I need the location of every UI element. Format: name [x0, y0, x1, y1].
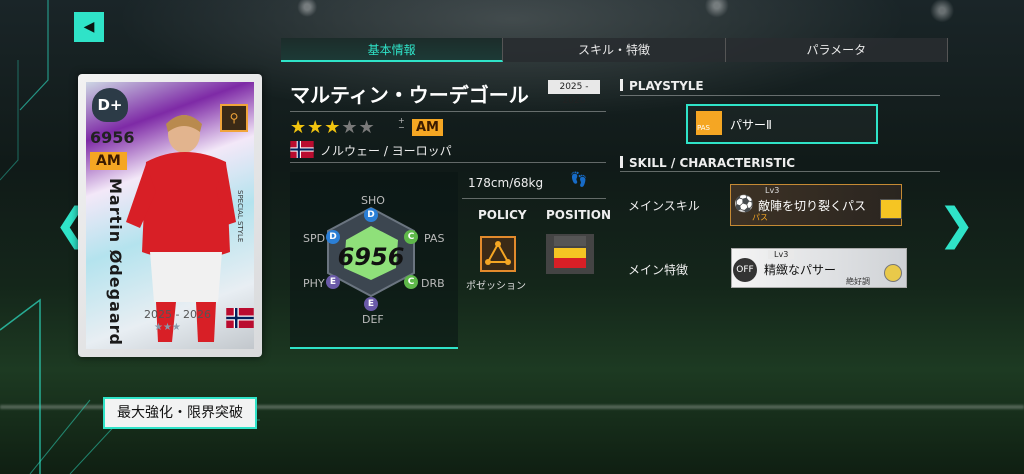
season-badge: 2025 - 2026 — [548, 80, 600, 106]
playstyle-name: パサーⅡ — [730, 118, 772, 132]
divider — [290, 162, 606, 163]
card-position-badge: AM — [90, 152, 127, 170]
stat-label-pas: PAS — [424, 232, 445, 245]
next-player-arrow-icon[interactable]: ❯ — [938, 195, 975, 255]
stat-grade-phy: E — [326, 275, 340, 289]
tab-basic-info[interactable]: 基本情報 — [281, 38, 504, 62]
stat-grade-spd: D — [326, 230, 340, 244]
trait-off-toggle[interactable]: OFF — [733, 258, 757, 282]
divider — [462, 198, 606, 199]
card-trait-icon: ⚲ — [220, 104, 248, 132]
norway-flag-icon — [290, 141, 314, 158]
position-map-icon — [546, 234, 594, 274]
divider — [620, 171, 940, 172]
policy-label: ポゼッション — [466, 281, 526, 292]
stat-label-phy: PHY — [303, 277, 325, 290]
skill-player-icon: ⚽ — [734, 194, 754, 213]
divider — [290, 111, 606, 112]
player-card[interactable]: D+ 6956 AM ⚲ Martin Ødegaard SPECIAL STY… — [78, 74, 262, 357]
stat-label-drb: DRB — [421, 277, 445, 290]
tab-parameters[interactable]: パラメータ — [725, 38, 948, 62]
trait-condition: 絶好調 — [846, 277, 870, 286]
stat-label-sho: SHO — [361, 194, 385, 207]
divider — [620, 95, 940, 96]
skill-category: パス — [752, 213, 768, 222]
card-special-label: SPECIAL STYLE — [236, 190, 244, 243]
stat-label-spd: SPD — [303, 232, 326, 245]
tab-skills-traits[interactable]: スキル・特徴 — [503, 38, 726, 62]
tab-bar: 基本情報 スキル・特徴 パラメータ — [281, 38, 948, 62]
position-header: POSITION — [546, 208, 611, 222]
player-name: マルティン・ウーデゴール — [290, 83, 529, 107]
max-upgrade-limit-break-button[interactable]: 最大強化・限界突破 — [103, 397, 257, 429]
card-norway-flag-icon — [226, 308, 254, 328]
main-skill-label: メインスキル — [628, 199, 700, 213]
stars-filled: ★★★ — [290, 117, 342, 138]
player-portrait-icon — [126, 115, 236, 342]
nationality: ノルウェー / ヨーロッパ — [320, 144, 452, 158]
main-trait-label: メイン特徴 — [628, 263, 689, 277]
possession-policy-icon — [480, 236, 516, 272]
card-player-name: Martin Ødegaard — [106, 178, 125, 346]
skill-characteristic-header: SKILL / CHARACTERISTIC — [620, 156, 795, 170]
stat-grade-pas: C — [404, 230, 418, 244]
playstyle-header: PLAYSTYLE — [620, 79, 704, 93]
back-arrow-icon: ◀ — [83, 19, 95, 35]
back-button[interactable]: ◀ — [74, 12, 104, 42]
stat-grade-def: E — [364, 297, 378, 311]
card-overall: 6956 — [90, 128, 135, 147]
policy-header: POLICY — [478, 208, 527, 222]
skill-name: 敵陣を切り裂くパス — [758, 199, 867, 213]
position-badge: AM — [412, 119, 443, 136]
skill-type-icon — [880, 199, 902, 219]
card-rank-badge: D+ — [92, 88, 128, 122]
stat-grade-sho: D — [364, 208, 378, 222]
player-card-art: D+ 6956 AM ⚲ Martin Ødegaard SPECIAL STY… — [86, 82, 254, 349]
plus-minus-icon: + − — [398, 116, 405, 132]
stat-grade-drb: C — [404, 275, 418, 289]
skill-level: Lv3 — [765, 186, 780, 195]
footprint-icon: 👣 — [570, 172, 588, 188]
card-season: 2025 - 2026 — [144, 308, 211, 321]
trait-level: Lv3 — [768, 250, 795, 259]
stat-label-def: DEF — [362, 313, 384, 326]
condition-face-icon — [884, 264, 902, 282]
star-rating: ★★★★★ — [290, 117, 376, 138]
overall-rating: 6956 — [337, 243, 405, 271]
card-stars: ★★★ — [154, 322, 181, 333]
height-weight: 178cm/68kg — [468, 176, 544, 190]
pass-playstyle-icon: PAS — [696, 111, 722, 135]
stars-empty: ★★ — [341, 117, 376, 138]
